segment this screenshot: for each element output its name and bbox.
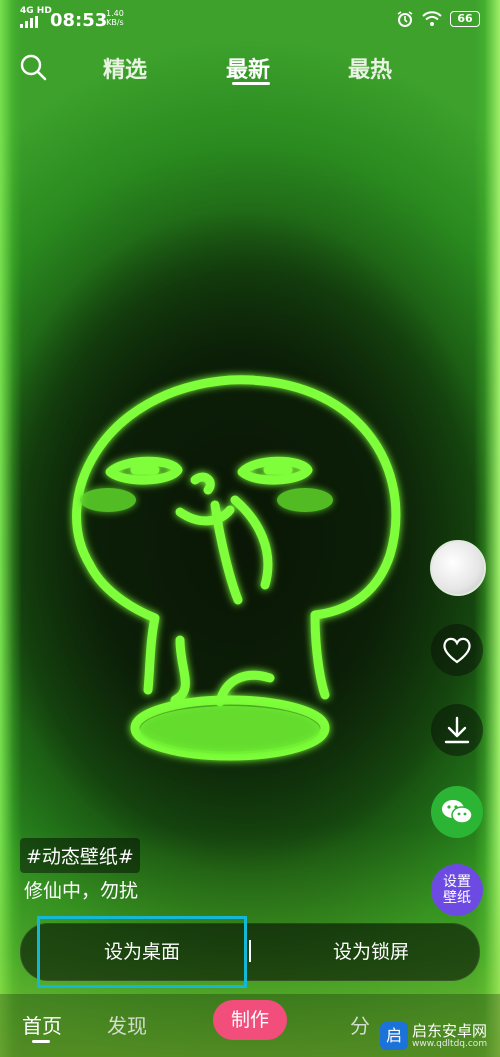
top-nav: 精选 最新 最热 [0, 46, 500, 94]
site-watermark: 启 启东安卓网 www.qdltdq.com [380, 1018, 495, 1054]
active-nav-indicator [32, 1040, 50, 1043]
search-icon[interactable] [18, 52, 48, 82]
watermark-logo: 启 [380, 1022, 408, 1050]
nav-home[interactable]: 首页 [22, 1010, 62, 1039]
clock: 08:53 [50, 10, 108, 31]
tab-hottest[interactable]: 最热 [348, 52, 392, 84]
set-wallpaper-label: 设置 壁纸 [443, 874, 471, 906]
heart-icon [443, 637, 471, 664]
active-tab-indicator [232, 82, 270, 85]
set-as-desktop-button[interactable]: 设为桌面 [37, 916, 247, 988]
nav-make-button[interactable]: 制作 [213, 1000, 287, 1040]
wechat-share-button[interactable] [431, 786, 483, 838]
signal-icon [20, 16, 40, 28]
author-avatar[interactable] [430, 540, 486, 596]
set-wallpaper-label-line1: 设置 [443, 874, 471, 890]
battery-level: 66 [450, 11, 480, 27]
divider [249, 940, 251, 962]
network-type: 4G HD [20, 6, 52, 16]
set-wallpaper-button[interactable]: 设置 壁纸 [431, 864, 483, 916]
watermark-url: www.qdltdq.com [412, 1038, 488, 1049]
tab-latest[interactable]: 最新 [226, 52, 270, 84]
alarm-icon [397, 11, 413, 27]
watermark-name: 启东安卓网 [412, 1021, 488, 1040]
speed-unit: KB/s [106, 18, 124, 27]
set-wallpaper-bar: 设为桌面 设为锁屏 [20, 916, 481, 988]
tab-featured[interactable]: 精选 [103, 52, 147, 84]
download-icon [444, 716, 470, 744]
status-bar: 4G HD 08:53 1.40 KB/s 66 [0, 0, 500, 40]
nav-discover[interactable]: 发现 [107, 1010, 147, 1039]
network-speed: 1.40 KB/s [106, 9, 124, 27]
wechat-icon [442, 800, 473, 824]
wifi-icon [422, 11, 442, 26]
set-wallpaper-label-line2: 壁纸 [443, 890, 471, 906]
nav-share[interactable]: 分 [350, 1010, 370, 1039]
like-button[interactable] [431, 624, 483, 676]
speed-value: 1.40 [106, 9, 124, 18]
status-icons: 66 [396, 10, 480, 28]
neon-mascot-illustration [72, 375, 401, 761]
hashtag-tag[interactable]: #动态壁纸# [20, 838, 140, 873]
download-button[interactable] [431, 704, 483, 756]
set-as-lockscreen-button[interactable]: 设为锁屏 [261, 924, 481, 980]
watermark-text: 启东安卓网 www.qdltdq.com [412, 1021, 488, 1049]
wallpaper-caption: 修仙中，勿扰 [24, 880, 139, 902]
